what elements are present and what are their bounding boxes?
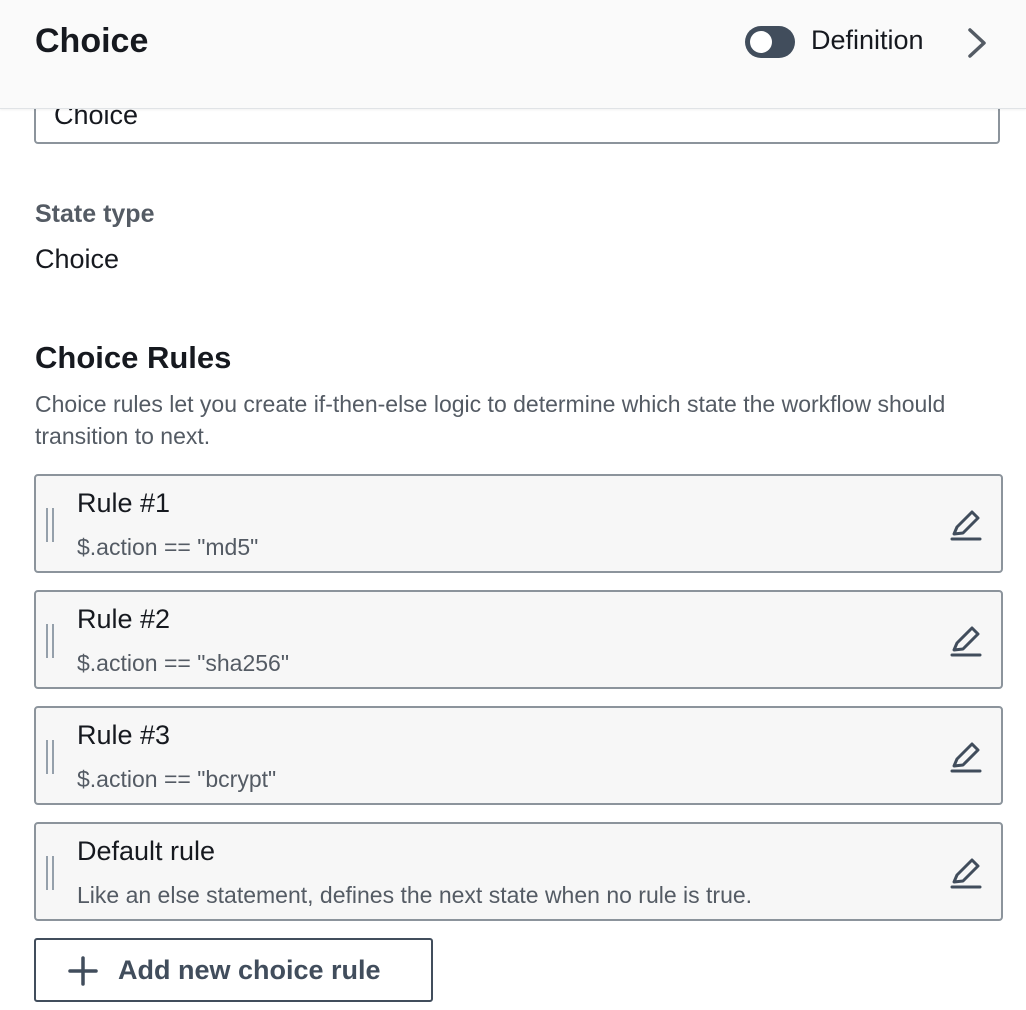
- choice-rules-heading: Choice Rules: [35, 340, 232, 375]
- add-choice-rule-button[interactable]: Add new choice rule: [34, 938, 433, 1002]
- pencil-icon[interactable]: [948, 738, 984, 774]
- rule-expression: $.action == "sha256": [77, 650, 289, 676]
- state-type-value: Choice: [35, 244, 120, 274]
- drag-handle-icon[interactable]: [46, 508, 54, 542]
- add-choice-rule-label: Add new choice rule: [118, 955, 381, 985]
- rule-expression: $.action == "bcrypt": [77, 766, 277, 792]
- drag-handle-icon[interactable]: [46, 740, 54, 774]
- drag-handle-icon[interactable]: [46, 856, 54, 890]
- choice-state-panel: Choice Choice Definition State type Choi…: [0, 0, 1026, 1010]
- panel-header: Choice Definition: [0, 0, 1026, 109]
- toggle-knob: [750, 31, 772, 53]
- rule-expression: Like an else statement, defines the next…: [77, 882, 753, 908]
- rule-title: Rule #2: [77, 604, 171, 634]
- rule-card-1[interactable]: Rule #1 $.action == "md5": [34, 474, 1003, 573]
- rule-title: Rule #3: [77, 720, 171, 750]
- rule-title: Rule #1: [77, 488, 171, 518]
- drag-handle-icon[interactable]: [46, 624, 54, 658]
- chevron-right-icon[interactable]: [962, 26, 992, 60]
- rule-title: Default rule: [77, 836, 216, 866]
- pencil-icon[interactable]: [948, 506, 984, 542]
- rule-expression: $.action == "md5": [77, 534, 259, 560]
- rule-card-2[interactable]: Rule #2 $.action == "sha256": [34, 590, 1003, 689]
- choice-rules-description: Choice rules let you create if-then-else…: [35, 391, 946, 449]
- panel-title: Choice: [35, 22, 149, 60]
- pencil-icon[interactable]: [948, 622, 984, 658]
- definition-toggle[interactable]: [745, 26, 795, 58]
- rule-card-default[interactable]: Default rule Like an else statement, def…: [34, 822, 1003, 921]
- definition-toggle-label: Definition: [811, 25, 924, 55]
- state-type-label: State type: [35, 200, 155, 228]
- plus-icon: [68, 956, 98, 986]
- rule-card-3[interactable]: Rule #3 $.action == "bcrypt": [34, 706, 1003, 805]
- pencil-icon[interactable]: [948, 854, 984, 890]
